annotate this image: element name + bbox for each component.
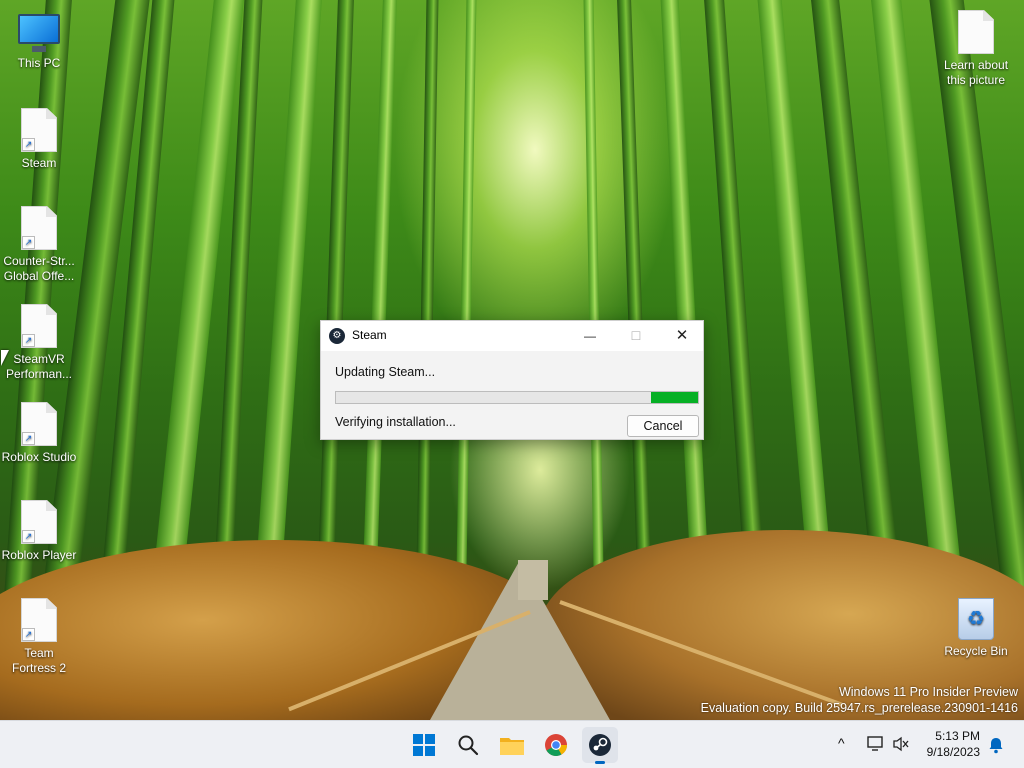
desktop-icon-recycle-bin[interactable]: ♻ Recycle Bin [936, 598, 1016, 659]
dialog-titlebar[interactable]: ⚙ Steam — ☐ ✕ [321, 321, 703, 351]
search-icon [458, 735, 479, 756]
update-progress-bar [335, 391, 699, 404]
tray-overflow-chevron[interactable]: ^ [838, 735, 845, 751]
desktop-icon-label: Roblox Player [1, 548, 77, 562]
watermark-line-2: Evaluation copy. Build 25947.rs_prerelea… [700, 701, 1018, 715]
mouse-cursor [1, 350, 9, 366]
start-button[interactable] [406, 727, 442, 763]
file-icon [958, 10, 994, 54]
steam-icon [589, 734, 611, 756]
desktop-icon-counter-strike[interactable]: ↗ Counter-Str... Global Offe... [0, 206, 78, 284]
file-explorer-icon [500, 738, 524, 755]
desktop-icon-label: Roblox Studio [1, 450, 77, 464]
monitor-icon [18, 14, 60, 44]
desktop-icon-label: Team Fortress 2 [11, 646, 66, 675]
desktop-icon-label: SteamVR Performan... [5, 352, 73, 381]
chrome-icon [545, 734, 567, 756]
desktop-icon-label: Steam [21, 156, 57, 170]
notification-bell-icon[interactable] [988, 736, 1004, 754]
desktop-icon-steamvr[interactable]: ↗ SteamVR Performan... [0, 304, 78, 382]
file-shortcut-icon: ↗ [21, 304, 57, 348]
steam-logo-icon: ⚙ [329, 328, 345, 344]
file-shortcut-icon: ↗ [21, 108, 57, 152]
close-button[interactable]: ✕ [659, 321, 705, 351]
windows-logo-icon [413, 734, 435, 756]
recycle-bin-icon: ♻ [958, 598, 994, 640]
file-shortcut-icon: ↗ [21, 500, 57, 544]
taskbar: ^ 5:13 PM 9/18/2023 [0, 720, 1024, 768]
steam-taskbar-button[interactable] [582, 727, 618, 764]
desktop-icon-roblox-player[interactable]: ↗ Roblox Player [0, 500, 78, 563]
file-explorer-button[interactable] [494, 727, 530, 763]
update-status-text: Updating Steam... [335, 365, 436, 379]
desktop-icon-label: This PC [17, 56, 61, 70]
clock-date[interactable]: 9/18/2023 [920, 745, 980, 759]
network-icon[interactable] [866, 736, 884, 752]
chrome-button[interactable] [538, 727, 574, 763]
file-shortcut-icon: ↗ [21, 206, 57, 250]
desktop-icon-this-pc[interactable]: This PC [0, 10, 78, 71]
active-app-indicator [595, 761, 605, 764]
desktop-icon-learn-about-picture[interactable]: Learn about this picture [936, 10, 1016, 88]
clock-time[interactable]: 5:13 PM [920, 729, 980, 743]
desktop-icon-roblox-studio[interactable]: ↗ Roblox Studio [0, 402, 78, 465]
search-button[interactable] [450, 727, 486, 763]
steam-update-dialog: ⚙ Steam — ☐ ✕ Updating Steam... Verifyin… [320, 320, 704, 440]
file-shortcut-icon: ↗ [21, 402, 57, 446]
verify-status-text: Verifying installation... [335, 415, 456, 429]
watermark-line-1: Windows 11 Pro Insider Preview [838, 685, 1018, 699]
maximize-button: ☐ [630, 329, 642, 343]
desktop-icon-team-fortress-2[interactable]: ↗ Team Fortress 2 [0, 598, 78, 676]
file-shortcut-icon: ↗ [21, 598, 57, 642]
dialog-title: Steam [352, 328, 387, 342]
volume-muted-icon[interactable] [892, 736, 910, 752]
minimize-button[interactable]: — [567, 321, 613, 351]
desktop-icon-label: Learn about this picture [943, 58, 1009, 87]
progress-bar-fill [650, 392, 698, 403]
desktop-icon-label: Counter-Str... Global Offe... [3, 254, 75, 283]
desktop-icon-label: Recycle Bin [944, 644, 1008, 658]
desktop-icon-steam[interactable]: ↗ Steam [0, 108, 78, 171]
cancel-button[interactable]: Cancel [627, 415, 699, 437]
windows-watermark: Windows 11 Pro Insider Preview Evaluatio… [701, 684, 1018, 716]
